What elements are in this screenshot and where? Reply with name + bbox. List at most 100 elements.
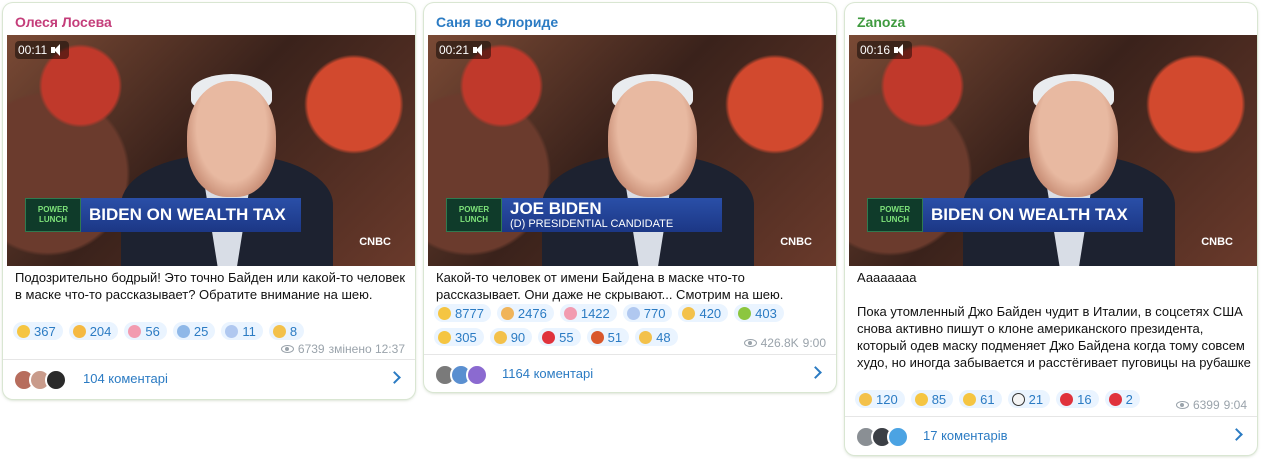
reaction-grinning-face[interactable]: 8777 (434, 304, 491, 322)
reaction-count: 1422 (580, 305, 610, 321)
post-meta: 6739 змінено 12:37 (280, 342, 405, 356)
reaction-red-heart[interactable]: 2 (1104, 390, 1140, 408)
red-heart-icon (542, 330, 556, 344)
avatar (466, 364, 488, 386)
reaction-screaming-face[interactable]: 11 (221, 322, 263, 340)
post-author[interactable]: Zanoza (857, 14, 905, 30)
reaction-thumbs-up[interactable]: 120 (855, 390, 905, 408)
show-label: POWER LUNCH (446, 198, 502, 232)
reaction-count: 16 (1077, 391, 1092, 407)
reaction-count: 11 (242, 323, 256, 339)
fearful-face-icon (176, 324, 190, 338)
reaction-count: 2 (1125, 391, 1133, 407)
comments-link[interactable]: 104 коментарі (83, 371, 168, 386)
post-author[interactable]: Саня во Флориде (436, 14, 558, 30)
reaction-thumbs-up[interactable]: 8 (268, 322, 305, 340)
avatar (887, 426, 909, 448)
reaction-count: 770 (643, 305, 666, 321)
reaction-count: 305 (455, 329, 477, 345)
post-card-2: Саня во Флориде 00:21 POWER LUNCH JOE BI… (424, 3, 836, 392)
reaction-count: 367 (34, 323, 56, 339)
reaction-count: 51 (607, 329, 623, 345)
hundred-points-icon (1060, 392, 1074, 406)
lower-third-title: JOE BIDEN (510, 199, 602, 218)
comments-footer[interactable]: 17 коментарів (845, 416, 1257, 455)
reaction-tired-face[interactable]: 2476 (496, 304, 554, 322)
views-count: 6739 (297, 342, 325, 356)
reaction-angry-face[interactable]: 51 (586, 328, 630, 346)
comments-footer[interactable]: 1164 коментарі (424, 354, 836, 392)
screaming-face-icon (626, 306, 640, 320)
reaction-fearful-face[interactable]: 25 (172, 322, 216, 340)
comments-link[interactable]: 1164 коментарі (502, 366, 593, 381)
grinning-face-icon (438, 306, 451, 320)
reaction-count: 204 (89, 323, 112, 339)
reaction-hundred-points[interactable]: 16 (1056, 390, 1099, 408)
reaction-clapping-hands[interactable]: 48 (635, 328, 678, 346)
mute-icon[interactable] (473, 44, 487, 56)
commenter-avatars (13, 369, 67, 391)
chevron-right-icon[interactable] (809, 366, 822, 379)
thumbs-up-icon (859, 392, 872, 406)
reaction-red-heart[interactable]: 55 (538, 328, 581, 346)
lower-third: POWER LUNCH JOE BIDEN (D) PRESIDENTIAL C… (446, 198, 722, 232)
edited-time: 9:00 (802, 336, 826, 350)
video-player[interactable]: 00:16 POWER LUNCH BIDEN ON WEALTH TAX CN… (849, 35, 1257, 266)
comments-footer[interactable]: 104 коментарі (3, 359, 415, 399)
video-player[interactable]: 00:11 POWER LUNCH BIDEN ON WEALTH TAX CN… (7, 35, 415, 266)
reaction-thinking-face[interactable]: 85 (910, 390, 954, 408)
reaction-count: 61 (980, 391, 995, 407)
thinking-face-icon (438, 330, 451, 344)
post-card-1: Олеся Лосева 00:11 POWER LUNCH BIDEN ON … (3, 3, 415, 399)
chevron-right-icon[interactable] (388, 371, 401, 384)
reaction-money-bag[interactable]: 403 (734, 304, 784, 322)
thinking-face-icon (914, 392, 928, 406)
video-frame-person (607, 81, 698, 197)
mute-icon[interactable] (51, 44, 65, 56)
post-text: Подозрительно бодрый! Это точно Байден и… (15, 270, 406, 302)
video-duration: 00:21 (439, 43, 470, 57)
lower-third: POWER LUNCH BIDEN ON WEALTH TAX (867, 198, 1143, 232)
video-player[interactable]: 00:21 POWER LUNCH JOE BIDEN (D) PRESIDEN… (428, 35, 836, 266)
post-author[interactable]: Олеся Лосева (15, 14, 112, 30)
thinking-face-icon (17, 324, 30, 338)
reaction-thinking-face[interactable]: 367 (13, 322, 63, 340)
reaction-eyes[interactable]: 21 (1007, 390, 1051, 408)
reaction-count: 55 (559, 329, 574, 345)
clapping-hands-icon (639, 330, 653, 344)
reaction-thumbs-down[interactable]: 90 (489, 328, 533, 346)
tired-face-icon (500, 306, 514, 320)
views-count: 426.8K (760, 336, 799, 350)
show-label: POWER LUNCH (25, 198, 81, 232)
reaction-pig-face[interactable]: 56 (124, 322, 167, 340)
pig-face-icon (128, 324, 142, 338)
reaction-count: 56 (145, 323, 160, 339)
edited-time: змінено 12:37 (328, 342, 405, 356)
pig-face-icon (563, 306, 577, 320)
comments-link[interactable]: 17 коментарів (923, 428, 1008, 443)
video-duration-badge: 00:11 (15, 41, 70, 59)
reaction-count: 2476 (517, 305, 547, 321)
reaction-count: 420 (699, 305, 722, 321)
mute-icon[interactable] (894, 44, 908, 56)
reaction-pig-face[interactable]: 1422 (559, 304, 617, 322)
reaction-thumbs-up[interactable]: 420 (678, 304, 729, 322)
video-frame-person (186, 81, 277, 197)
rolling-laughing-face-icon (72, 324, 86, 338)
post-meta: 426.8K 9:00 (743, 336, 826, 350)
reaction-thinking-face[interactable]: 305 (434, 328, 484, 346)
avatar (45, 369, 67, 391)
views-icon (1175, 401, 1189, 409)
network-logo: CNBC (780, 236, 812, 248)
video-duration-badge: 00:21 (436, 41, 492, 59)
lower-third: POWER LUNCH BIDEN ON WEALTH TAX (25, 198, 301, 232)
reaction-rolling-laughing-face[interactable]: 204 (68, 322, 119, 340)
chevron-right-icon[interactable] (1230, 428, 1243, 441)
post-text-line: Пока утомленный Джо Байден чудит в Итали… (857, 304, 1251, 370)
reaction-count: 85 (931, 391, 947, 407)
video-duration: 00:16 (860, 43, 891, 57)
show-label: POWER LUNCH (867, 198, 923, 232)
reaction-screaming-face[interactable]: 770 (622, 304, 673, 322)
reaction-grinning-face[interactable]: 61 (959, 390, 1002, 408)
commenter-avatars (434, 364, 488, 386)
